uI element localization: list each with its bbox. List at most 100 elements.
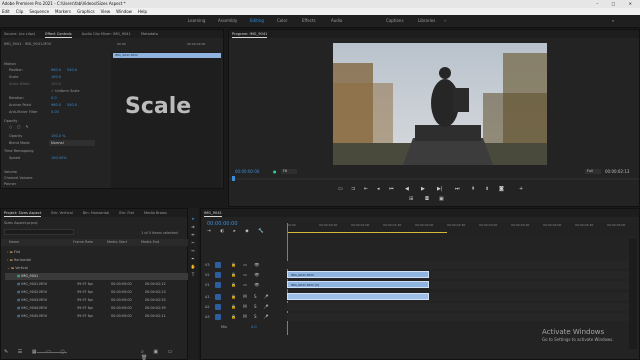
camera-icon[interactable]: ◘ <box>425 196 429 202</box>
workspace-audio[interactable]: Audio <box>331 18 342 23</box>
workspace-learning[interactable]: Learning <box>188 18 205 23</box>
uniform-scale-checkbox[interactable]: ✓ Uniform Scale <box>51 89 80 93</box>
timeline-tool-icons[interactable]: ⇥ ◐ ▸ ◆ 🔧 <box>207 229 268 234</box>
tab-project[interactable]: Project: Sizes Aspect <box>4 209 42 217</box>
menu-sequence[interactable]: Sequence <box>29 8 49 15</box>
project-footer-right-icons[interactable]: ⌕ ▣ ▭ 🗑 <box>141 349 187 360</box>
project-search-input[interactable] <box>4 229 74 235</box>
comparison-view-icon[interactable]: ▣ <box>439 196 444 202</box>
blend-mode-select[interactable]: Normal <box>49 140 95 146</box>
hand-tool-icon[interactable]: ✋ <box>190 264 196 270</box>
workspace-editing[interactable]: Editing <box>250 18 264 23</box>
go-to-out-icon[interactable]: ⏭ <box>455 186 460 192</box>
list-item[interactable]: ▦ IMG_9041 <box>5 273 191 280</box>
tab-program[interactable]: Program: IMG_9041 <box>232 30 268 38</box>
section-opacity[interactable]: Opacity <box>4 119 17 123</box>
timeline-clip-v2[interactable]: IMG_9041.MOV <box>287 271 429 278</box>
step-back-icon[interactable]: ◂ <box>377 186 380 192</box>
track-select-tool-icon[interactable]: ⇉ <box>190 224 196 230</box>
prop-scale-value[interactable]: 100.0 <box>51 75 61 79</box>
table-row[interactable]: ▤ IMG_9042.MOV 59.97 fps 00:00:00:00 00:… <box>5 289 191 296</box>
tab-audio-clip-mixer[interactable]: Audio Clip Mixer: IMG_9041 <box>82 30 131 38</box>
section-channel-volume[interactable]: Channel Volume <box>4 176 33 180</box>
icon-size-slider[interactable] <box>37 352 67 353</box>
mask-shape-icons[interactable]: ○ ▢ ✎ <box>9 125 31 129</box>
v3-track-icons[interactable]: 🔒 ▭ 👁 <box>231 262 262 267</box>
a3-track-icons[interactable]: 🔒 M S 🎤 <box>231 314 272 319</box>
tab-bin-flat[interactable]: Bin: Flat <box>119 209 134 217</box>
track-lane-a3[interactable] <box>287 313 637 321</box>
work-area-bar[interactable] <box>287 232 447 233</box>
search-icon[interactable]: ⌕ <box>612 18 614 23</box>
table-row[interactable]: ▤ IMG_9045.MOV 59.97 fps 00:00:00:00 00:… <box>5 313 191 320</box>
table-row[interactable]: ▤ IMG_9043.MOV 59.97 fps 00:00:00:00 00:… <box>5 297 191 304</box>
timeline-clip-a1[interactable] <box>287 293 429 300</box>
track-v2-label[interactable]: V2 <box>205 273 210 277</box>
program-scrubber[interactable] <box>229 178 639 180</box>
track-a1-label[interactable]: A1 <box>205 295 210 299</box>
track-target-v1[interactable] <box>215 282 221 288</box>
list-item[interactable]: › ▬ Flat <box>5 249 191 256</box>
track-target-v2[interactable] <box>215 272 221 278</box>
timeline-timecode[interactable]: 00:00:00:00 <box>207 221 238 227</box>
prop-anchor-y[interactable]: 540.0 <box>67 103 77 107</box>
prop-rotation-value[interactable]: 0.0 <box>51 96 57 100</box>
selection-tool-icon[interactable]: ➤ <box>190 216 196 222</box>
workspace-effects[interactable]: Effects <box>302 18 316 23</box>
timeline-clip-v1[interactable]: IMG_9041.MOV [V] <box>287 281 429 288</box>
menu-help[interactable]: Help <box>138 8 147 15</box>
tab-bin-horizontal[interactable]: Bin: Horizontal <box>83 209 109 217</box>
export-frame-icon[interactable]: ◙ <box>499 186 504 192</box>
column-media-end[interactable]: Media End <box>141 240 159 244</box>
razor-tool-icon[interactable]: ✂ <box>190 240 196 246</box>
program-video-frame[interactable] <box>333 43 547 165</box>
safe-margins-icon[interactable]: ⊞ <box>409 196 413 202</box>
section-time-remapping[interactable]: Time Remapping <box>4 149 34 153</box>
slip-tool-icon[interactable]: ↔ <box>190 248 196 254</box>
go-to-in-point-icon[interactable]: ⏮ <box>389 186 394 192</box>
tab-effect-controls[interactable]: Effect Controls <box>45 30 72 38</box>
track-target-a2[interactable] <box>215 304 221 310</box>
tab-media-browser[interactable]: Media Brows <box>144 209 167 217</box>
mix-value[interactable]: 0.0 <box>251 325 257 329</box>
workspace-color[interactable]: Color <box>277 18 287 23</box>
track-a2-label[interactable]: A2 <box>205 305 210 309</box>
track-v1-label[interactable]: V1 <box>205 283 210 287</box>
window-controls[interactable]: – □ ✕ <box>596 0 638 8</box>
mark-in-icon[interactable]: ▭ <box>338 186 343 192</box>
menu-graphics[interactable]: Graphics <box>77 8 95 15</box>
mark-out-icon[interactable]: ⊐ <box>351 186 355 192</box>
tab-metadata[interactable]: Metadata <box>141 30 158 38</box>
ripple-edit-tool-icon[interactable]: ⇹ <box>190 232 196 238</box>
quality-select[interactable]: Full <box>585 169 601 174</box>
prop-position-y[interactable]: 540.0 <box>67 68 77 72</box>
add-marker-icon[interactable]: ● <box>273 169 277 174</box>
menu-view[interactable]: View <box>101 8 111 15</box>
section-motion[interactable]: Motion <box>4 62 16 66</box>
section-panner[interactable]: Panner <box>4 182 16 186</box>
play-icon[interactable]: ▶ <box>421 186 425 192</box>
list-item[interactable]: ⌄ ▬ Vertical <box>5 265 191 272</box>
go-to-in-icon[interactable]: ⇤ <box>364 186 368 192</box>
ec-mini-timeline[interactable]: IMG_9041.MOV Scale <box>111 52 221 188</box>
v2-track-icons[interactable]: 🔒 ▭ 👁 <box>231 272 262 277</box>
section-volume[interactable]: Volume <box>4 170 17 174</box>
a1-track-icons[interactable]: 🔒 M S 🎤 <box>231 294 272 299</box>
prop-opacity-value[interactable]: 100.0 % <box>51 134 65 138</box>
tab-sequence[interactable]: IMG_9041 <box>204 209 222 217</box>
menu-edit[interactable]: Edit <box>2 8 10 15</box>
track-v3-label[interactable]: V3 <box>205 263 210 267</box>
list-item[interactable]: › ▬ Horizontal <box>5 257 191 264</box>
type-tool-icon[interactable]: T <box>190 272 196 278</box>
extract-icon[interactable]: ⇟ <box>485 186 489 192</box>
menu-clip[interactable]: Clip <box>16 8 24 15</box>
menu-window[interactable]: Window <box>116 8 132 15</box>
v1-track-icons[interactable]: 🔒 ▭ 👁 <box>231 282 262 287</box>
tab-bin-vertical[interactable]: Bin: Vertical <box>51 209 73 217</box>
track-target-a3[interactable] <box>215 314 221 320</box>
track-lane-v3[interactable] <box>287 261 637 269</box>
table-row[interactable]: ▤ IMG_9044.MOV 59.97 fps 00:00:00:00 00:… <box>5 305 191 312</box>
pen-tool-icon[interactable]: ✒ <box>190 256 196 262</box>
column-name[interactable]: Name <box>9 240 19 244</box>
a2-track-icons[interactable]: 🔒 M S 🎤 <box>231 304 272 309</box>
